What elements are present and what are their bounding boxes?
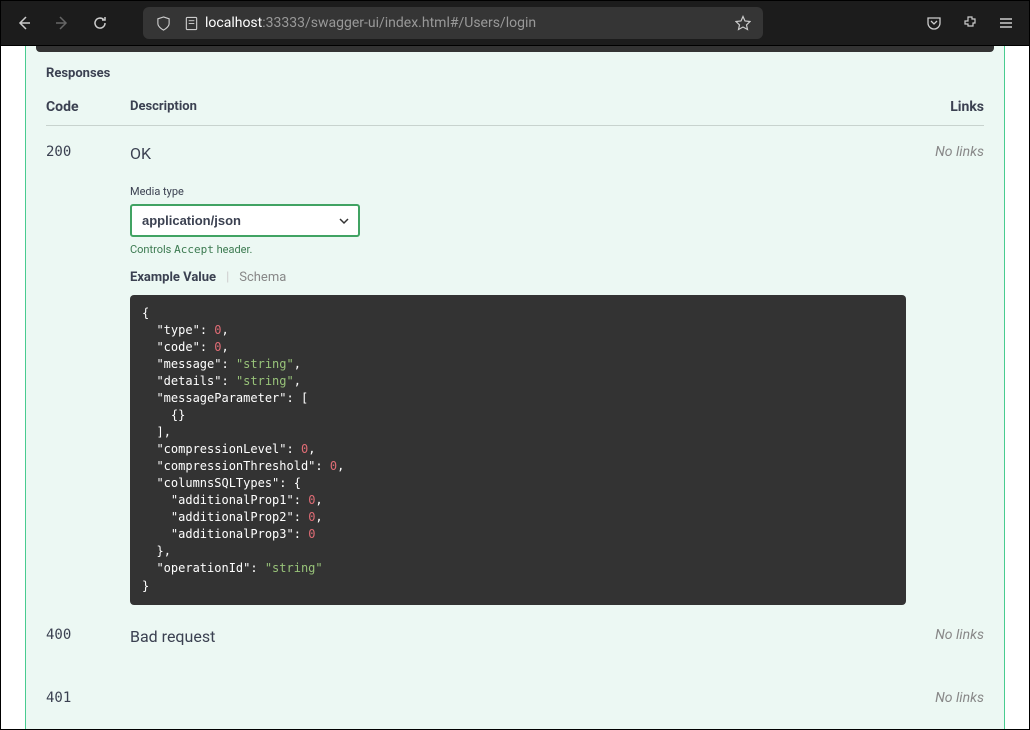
col-header-code: Code [46,99,130,115]
response-code: 400 [46,627,130,668]
tab-separator: | [226,270,229,285]
media-type-select[interactable]: application/json [130,204,360,237]
media-type-label: Media type [130,185,924,198]
response-code: 401 [46,690,130,712]
pocket-icon[interactable] [919,8,949,38]
url-text: localhost:33333/swagger-ui/index.html#/U… [205,15,729,31]
response-row-400: 400 Bad request No links [46,621,984,684]
responses-header-row: Code Description Links [46,99,984,126]
arrow-left-icon [16,15,32,31]
back-button[interactable] [9,8,39,38]
response-row-401: 401 No links [46,684,984,728]
example-json-block[interactable]: { "type": 0, "code": 0, "message": "stri… [130,295,906,605]
reload-icon [92,15,108,31]
page-info-icon[interactable] [177,16,205,31]
col-header-links: Links [924,99,984,115]
responses-heading: Responses [46,66,984,81]
response-row-200: 200 OK Media type application/json [46,138,984,621]
reload-button[interactable] [85,8,115,38]
shield-icon[interactable] [149,16,177,31]
tab-example-value[interactable]: Example Value [130,270,216,285]
bookmark-star-icon[interactable] [729,15,757,31]
collapsed-section-bar [36,46,994,52]
arrow-right-icon [54,15,70,31]
address-bar[interactable]: localhost:33333/swagger-ui/index.html#/U… [143,7,763,39]
response-description: OK [130,144,924,163]
extensions-icon[interactable] [955,8,985,38]
response-links: No links [924,627,984,668]
response-code: 200 [46,144,130,605]
response-links: No links [924,144,984,605]
menu-icon[interactable] [991,8,1021,38]
response-links: No links [924,690,984,712]
tab-schema[interactable]: Schema [239,270,286,285]
accept-header-note: Controls Accept header. [130,243,924,256]
col-header-description: Description [130,99,924,115]
forward-button[interactable] [47,8,77,38]
response-description: Bad request [130,627,924,646]
